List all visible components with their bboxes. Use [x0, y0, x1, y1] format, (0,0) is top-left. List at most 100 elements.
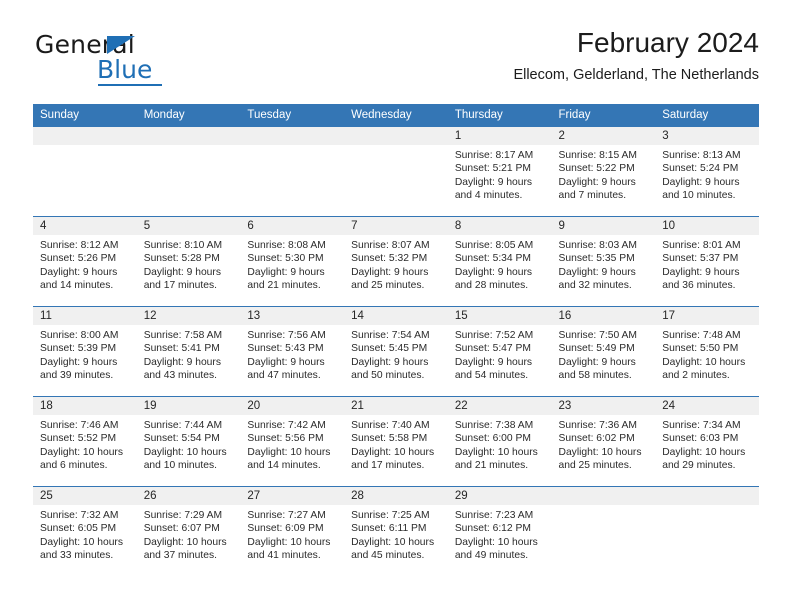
day-cell[interactable]: 20 Sunrise: 7:42 AM Sunset: 5:56 PM Dayligh…	[240, 396, 345, 487]
day-details: Sunrise: 8:00 AM Sunset: 5:39 PM Daylight:…	[33, 325, 137, 383]
day-number: 28	[344, 487, 448, 505]
sunrise-time: Sunrise: 7:44 AM	[143, 420, 223, 431]
day-details: Sunrise: 8:07 AM Sunset: 5:32 PM Daylight:…	[344, 235, 448, 293]
day-cell-empty	[344, 126, 448, 217]
day-cell[interactable]: 22 Sunrise: 7:38 AM Sunset: 6:00 PM Dayligh…	[447, 396, 552, 487]
daylight-duration-line1: Daylight: 10 hours	[351, 536, 435, 548]
day-cell[interactable]: 14 Sunrise: 7:54 AM Sunset: 5:45 PM Dayligh…	[344, 306, 448, 397]
day-cell[interactable]: 7 Sunrise: 8:07 AM Sunset: 5:32 PM Daylight…	[344, 216, 448, 307]
day-cell[interactable]: 4 Sunrise: 8:12 AM Sunset: 5:26 PM Daylight…	[33, 216, 137, 307]
sunset-time: Sunset: 6:02 PM	[558, 433, 635, 445]
day-number: 1	[447, 127, 552, 145]
daylight-duration-line2: and 45 minutes.	[351, 550, 425, 562]
daylight-duration-line1: Daylight: 9 hours	[454, 266, 533, 278]
day-cell[interactable]: 24 Sunrise: 7:34 AM Sunset: 6:03 PM Dayligh…	[655, 396, 759, 487]
day-cell[interactable]: 17 Sunrise: 7:48 AM Sunset: 5:50 PM Dayligh…	[655, 306, 759, 397]
day-cell[interactable]: 8 Sunrise: 8:05 AM Sunset: 5:34 PM Daylight…	[447, 216, 552, 307]
daylight-duration-line1: Daylight: 9 hours	[558, 266, 636, 278]
daylight-duration-line1: Daylight: 9 hours	[143, 356, 221, 368]
day-number: 18	[33, 397, 137, 415]
sunset-time: Sunset: 5:41 PM	[143, 343, 220, 355]
day-number: 13	[240, 307, 345, 325]
daylight-duration-line1: Daylight: 10 hours	[143, 446, 227, 458]
title-block: February 2024 Ellecom, Gelderland, The N…	[513, 26, 759, 84]
daylight-duration-line1: Daylight: 9 hours	[454, 176, 533, 188]
daylight-duration-line2: and 47 minutes.	[247, 370, 321, 382]
daylight-duration-line1: Daylight: 10 hours	[558, 446, 642, 458]
day-details: Sunrise: 7:54 AM Sunset: 5:45 PM Daylight:…	[344, 325, 448, 383]
day-details: Sunrise: 8:17 AM Sunset: 5:21 PM Daylight:…	[448, 145, 552, 203]
day-cell[interactable]: 2 Sunrise: 8:15 AM Sunset: 5:22 PM Daylight…	[551, 126, 656, 217]
daylight-duration-line2: and 49 minutes.	[454, 550, 529, 562]
day-number: 9	[551, 217, 656, 235]
sunrise-time: Sunrise: 8:01 AM	[662, 240, 741, 251]
sunrise-time: Sunrise: 7:23 AM	[454, 510, 534, 521]
day-cell[interactable]: 12 Sunrise: 7:58 AM Sunset: 5:41 PM Dayligh…	[136, 306, 241, 397]
day-details: Sunrise: 7:48 AM Sunset: 5:50 PM Daylight:…	[655, 325, 759, 383]
sunset-time: Sunset: 5:45 PM	[351, 343, 428, 355]
daylight-duration-line2: and 41 minutes.	[247, 550, 321, 562]
sunrise-time: Sunrise: 8:17 AM	[454, 150, 534, 161]
daylight-duration-line1: Daylight: 10 hours	[40, 446, 123, 458]
sunset-time: Sunset: 5:21 PM	[454, 163, 531, 175]
day-number: 3	[655, 127, 759, 145]
sunrise-time: Sunrise: 8:12 AM	[40, 240, 119, 251]
day-cell[interactable]: 9 Sunrise: 8:03 AM Sunset: 5:35 PM Daylight…	[551, 216, 656, 307]
day-number: 17	[655, 307, 759, 325]
day-cell[interactable]: 27 Sunrise: 7:27 AM Sunset: 6:09 PM Dayligh…	[240, 486, 345, 577]
day-cell[interactable]: 21 Sunrise: 7:40 AM Sunset: 5:58 PM Dayligh…	[344, 396, 448, 487]
sunrise-time: Sunrise: 7:38 AM	[454, 420, 534, 431]
day-cell[interactable]: 10 Sunrise: 8:01 AM Sunset: 5:37 PM Dayligh…	[655, 216, 759, 307]
daylight-duration-line1: Daylight: 9 hours	[143, 266, 221, 278]
calendar-week-row: 11 Sunrise: 8:00 AM Sunset: 5:39 PM Dayligh…	[33, 306, 759, 397]
day-cell[interactable]: 23 Sunrise: 7:36 AM Sunset: 6:02 PM Dayligh…	[551, 396, 656, 487]
daylight-duration-line1: Daylight: 9 hours	[662, 176, 740, 188]
day-cell[interactable]: 16 Sunrise: 7:50 AM Sunset: 5:49 PM Dayligh…	[551, 306, 656, 397]
day-cell[interactable]: 13 Sunrise: 7:56 AM Sunset: 5:43 PM Dayligh…	[240, 306, 345, 397]
day-cell[interactable]: 15 Sunrise: 7:52 AM Sunset: 5:47 PM Dayligh…	[447, 306, 552, 397]
day-cell[interactable]: 6 Sunrise: 8:08 AM Sunset: 5:30 PM Daylight…	[240, 216, 345, 307]
day-number: 11	[33, 307, 137, 325]
day-cell[interactable]: 1 Sunrise: 8:17 AM Sunset: 5:21 PM Daylight…	[447, 126, 552, 217]
weekday-header-tuesday: Tuesday	[240, 104, 345, 127]
sunset-time: Sunset: 6:07 PM	[143, 523, 220, 535]
daylight-duration-line1: Daylight: 9 hours	[40, 356, 118, 368]
sunset-time: Sunset: 5:47 PM	[454, 343, 531, 355]
day-details: Sunrise: 8:15 AM Sunset: 5:22 PM Daylight:…	[552, 145, 656, 203]
daylight-duration-line2: and 14 minutes.	[40, 280, 114, 292]
day-cell[interactable]: 26 Sunrise: 7:29 AM Sunset: 6:07 PM Dayligh…	[136, 486, 241, 577]
day-details: Sunrise: 8:10 AM Sunset: 5:28 PM Daylight:…	[137, 235, 241, 293]
day-cell[interactable]: 11 Sunrise: 8:00 AM Sunset: 5:39 PM Dayligh…	[33, 306, 137, 397]
day-cell[interactable]: 28 Sunrise: 7:25 AM Sunset: 6:11 PM Dayligh…	[344, 486, 448, 577]
sunset-time: Sunset: 5:43 PM	[247, 343, 324, 355]
daylight-duration-line1: Daylight: 10 hours	[351, 446, 435, 458]
day-cell[interactable]: 5 Sunrise: 8:10 AM Sunset: 5:28 PM Daylight…	[136, 216, 241, 307]
daylight-duration-line2: and 54 minutes.	[454, 370, 529, 382]
sunset-time: Sunset: 5:39 PM	[40, 343, 117, 355]
day-cell[interactable]: 18 Sunrise: 7:46 AM Sunset: 5:52 PM Dayligh…	[33, 396, 137, 487]
day-number	[655, 487, 759, 505]
daylight-duration-line2: and 6 minutes.	[40, 460, 108, 472]
page-subtitle: Ellecom, Gelderland, The Netherlands	[513, 66, 759, 83]
day-number: 23	[551, 397, 656, 415]
sunset-time: Sunset: 5:52 PM	[40, 433, 117, 445]
weekday-header-sunday: Sunday	[33, 104, 137, 127]
day-details: Sunrise: 7:32 AM Sunset: 6:05 PM Daylight:…	[33, 505, 137, 563]
day-cell[interactable]: 29 Sunrise: 7:23 AM Sunset: 6:12 PM Dayligh…	[447, 486, 552, 577]
day-cell[interactable]: 3 Sunrise: 8:13 AM Sunset: 5:24 PM Daylight…	[655, 126, 759, 217]
sunset-time: Sunset: 5:54 PM	[143, 433, 220, 445]
daylight-duration-line2: and 17 minutes.	[351, 460, 425, 472]
sunset-time: Sunset: 6:09 PM	[247, 523, 324, 535]
day-cell[interactable]: 19 Sunrise: 7:44 AM Sunset: 5:54 PM Dayligh…	[136, 396, 241, 487]
day-cell[interactable]: 25 Sunrise: 7:32 AM Sunset: 6:05 PM Dayligh…	[33, 486, 137, 577]
sunrise-time: Sunrise: 8:13 AM	[662, 150, 741, 161]
sunrise-time: Sunrise: 7:40 AM	[351, 420, 430, 431]
day-details: Sunrise: 7:44 AM Sunset: 5:54 PM Daylight:…	[137, 415, 241, 473]
day-number	[33, 127, 137, 145]
day-number: 22	[447, 397, 552, 415]
sunset-time: Sunset: 5:49 PM	[558, 343, 635, 355]
sunset-time: Sunset: 5:24 PM	[662, 163, 739, 175]
sunrise-time: Sunrise: 8:03 AM	[558, 240, 637, 251]
daylight-duration-line1: Daylight: 9 hours	[40, 266, 118, 278]
day-details: Sunrise: 8:03 AM Sunset: 5:35 PM Daylight:…	[552, 235, 656, 293]
